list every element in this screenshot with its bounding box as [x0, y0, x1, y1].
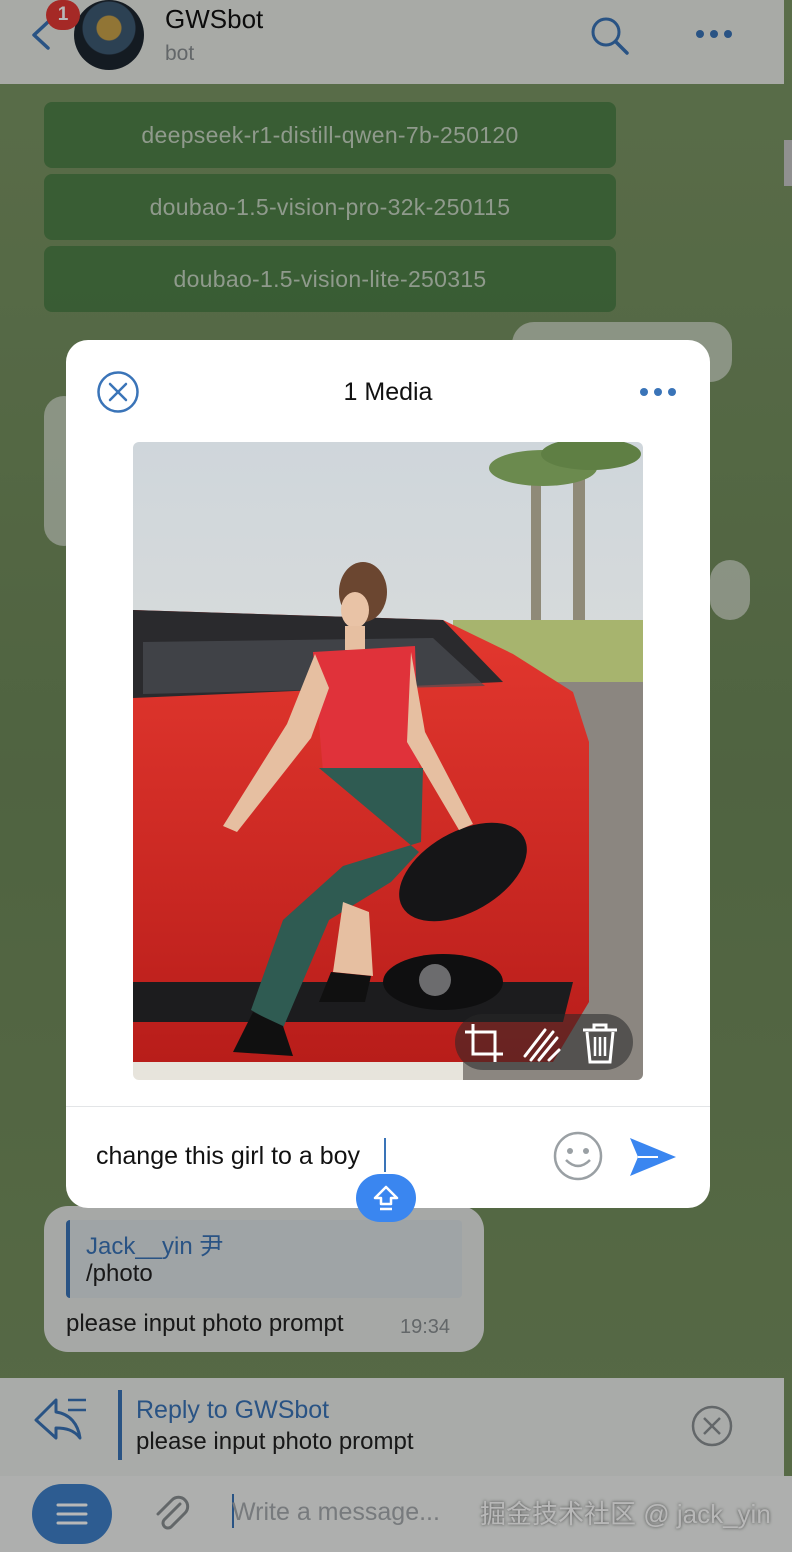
- reply-options-icon[interactable]: [30, 1392, 90, 1444]
- bot-message: Jack__yin 尹 /photo please input photo pr…: [44, 1206, 484, 1352]
- close-reply-icon[interactable]: [690, 1404, 734, 1448]
- message-input[interactable]: Write a message...: [232, 1498, 440, 1527]
- media-preview-photo[interactable]: [133, 442, 643, 1080]
- reply-title: Reply to GWSbot: [136, 1396, 330, 1424]
- menu-icon: [56, 1503, 88, 1525]
- reply-text: please input photo prompt: [136, 1428, 414, 1455]
- media-send-dialog: 1 Media change this girl to a boy: [66, 340, 710, 1222]
- photo-tool-bar: [455, 1014, 633, 1070]
- composer-bar: Write a message... 掘金技术社区 @ jack_yin: [0, 1476, 792, 1552]
- keyboard-button-model-2[interactable]: doubao-1.5-vision-pro-32k-250115: [44, 174, 616, 240]
- quote-author: Jack__yin 尹: [86, 1233, 224, 1260]
- bot-menu-button[interactable]: [32, 1484, 112, 1544]
- message-text: please input photo prompt: [66, 1310, 344, 1337]
- message-quote[interactable]: Jack__yin 尹 /photo: [66, 1220, 462, 1298]
- more-icon[interactable]: [692, 20, 736, 48]
- send-icon[interactable]: [628, 1134, 678, 1180]
- chat-title[interactable]: GWSbot: [165, 4, 263, 35]
- dialog-divider: [66, 1106, 710, 1107]
- message-time: 19:34: [400, 1316, 451, 1338]
- more-icon[interactable]: [638, 380, 678, 404]
- keyboard-button-model-3[interactable]: doubao-1.5-vision-lite-250315: [44, 246, 616, 312]
- caption-input[interactable]: change this girl to a boy: [96, 1142, 360, 1171]
- reply-accent-line: [118, 1390, 122, 1460]
- chat-header: 1 GWSbot bot: [0, 0, 784, 84]
- reply-bar: Reply to GWSbot please input photo promp…: [0, 1378, 784, 1476]
- watermark: 掘金技术社区 @ jack_yin: [480, 1499, 771, 1529]
- trash-icon[interactable]: [579, 1022, 621, 1064]
- paperclip-icon[interactable]: [150, 1492, 194, 1536]
- background-bubble: [710, 560, 750, 620]
- emoji-icon[interactable]: [552, 1130, 604, 1182]
- avatar[interactable]: [74, 0, 144, 70]
- caption-caret: [384, 1138, 386, 1172]
- draw-icon[interactable]: [521, 1022, 563, 1064]
- unread-badge: 1: [46, 0, 80, 30]
- photo-illustration: [133, 442, 643, 1080]
- shift-arrow-icon: [373, 1185, 399, 1211]
- keyboard-button-model-1[interactable]: deepseek-r1-distill-qwen-7b-250120: [44, 102, 616, 168]
- side-scrollbar[interactable]: [784, 140, 792, 186]
- quote-text: /photo: [86, 1260, 153, 1287]
- scroll-up-button[interactable]: [356, 1174, 416, 1222]
- dialog-title: 1 Media: [343, 378, 433, 406]
- chat-subtitle: bot: [165, 42, 195, 65]
- search-icon[interactable]: [588, 14, 630, 56]
- crop-icon[interactable]: [463, 1022, 505, 1064]
